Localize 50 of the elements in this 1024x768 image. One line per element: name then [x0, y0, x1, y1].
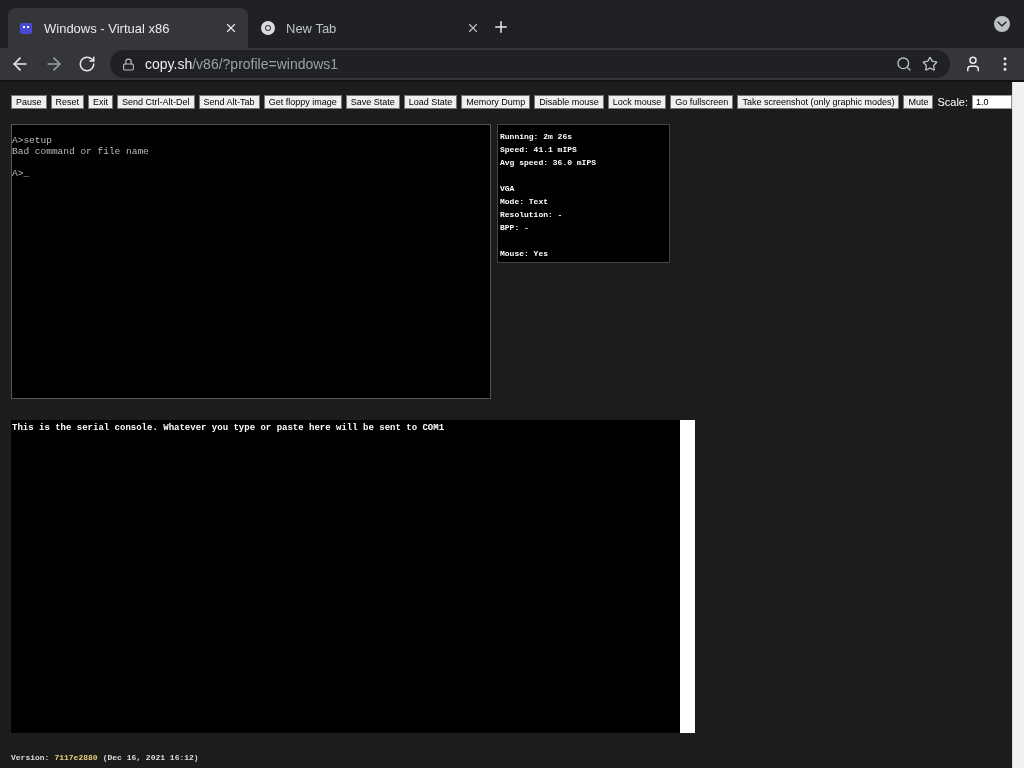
scrollbar[interactable]	[1012, 82, 1024, 768]
chrome-icon	[260, 20, 276, 36]
toolbar-button[interactable]: Save State	[345, 95, 400, 109]
scale-input[interactable]: 1.0	[972, 95, 1013, 109]
info-text: Mode: Text	[500, 196, 549, 208]
toolbar-button[interactable]: Disable mouse	[534, 95, 604, 109]
toolbar-button[interactable]: Take screenshot (only graphic modes)	[737, 95, 900, 109]
search-icon[interactable]	[896, 56, 912, 72]
version-date: (Dec 16, 2021 16:12)	[102, 753, 199, 762]
browser-tab[interactable]: New Tab	[250, 8, 490, 48]
toolbar-button[interactable]: Exit	[88, 95, 114, 109]
close-icon[interactable]	[466, 21, 480, 35]
info-text: Speed: 41.1 mIPS	[500, 144, 578, 156]
info-text: Resolution: -	[500, 209, 564, 221]
toolbar-button[interactable]: Get floppy image	[263, 95, 342, 109]
scrollbar[interactable]	[680, 420, 695, 733]
version-hash: 7117e2880	[54, 753, 98, 762]
console-text: This is the serial console. Whatever you type or paste here will be sent to COM1	[12, 423, 446, 433]
version-label: Version:	[11, 753, 50, 762]
toolbar-button[interactable]: Mute	[903, 95, 934, 109]
info-text: Running: 2m 26s	[500, 131, 573, 143]
profile-icon[interactable]	[964, 55, 982, 73]
toolbar-button[interactable]: Reset	[50, 95, 85, 109]
close-icon[interactable]	[224, 21, 238, 35]
toolbar-button[interactable]: Go fullscreen	[670, 95, 734, 109]
toolbar-button[interactable]: Send Alt-Tab	[198, 95, 260, 109]
serial-console[interactable]: This is the serial console. Whatever you type or paste here will be sent to COM1	[11, 420, 680, 733]
screen-text: A>setup	[12, 135, 53, 146]
toolbar-button[interactable]: Send Ctrl-Alt-Del	[117, 95, 195, 109]
url-text: copy.sh/v86/?profile=windows1	[145, 56, 340, 72]
scale-label: Scale:	[937, 96, 969, 108]
info-text: Mouse: Yes	[500, 248, 549, 260]
emulator-screen[interactable]: A>setup Bad command or file name A>_	[11, 124, 491, 399]
toolbar-button[interactable]: Memory Dump	[461, 95, 531, 109]
pixel-creature-icon	[18, 20, 34, 36]
info-text: VGA	[500, 183, 516, 195]
address-bar[interactable]: copy.sh/v86/?profile=windows1	[110, 50, 950, 78]
toolbar-button[interactable]: Lock mouse	[607, 95, 667, 109]
star-icon[interactable]	[922, 56, 938, 72]
new-tab-icon[interactable]	[492, 18, 510, 36]
lock-icon	[122, 57, 135, 71]
toolbar-button[interactable]: Pause	[11, 95, 47, 109]
info-text: BPP: -	[500, 222, 530, 234]
info-text: Avg speed: 36.0 mIPS	[500, 157, 597, 169]
toolbar-button[interactable]: Load State	[403, 95, 458, 109]
reload-icon[interactable]	[78, 55, 96, 73]
browser-tab[interactable]: Windows - Virtual x86	[8, 8, 248, 48]
tab-search-icon[interactable]	[994, 16, 1010, 32]
screen-text: A>_	[12, 168, 31, 179]
screen-text: Bad command or file name	[12, 146, 150, 157]
